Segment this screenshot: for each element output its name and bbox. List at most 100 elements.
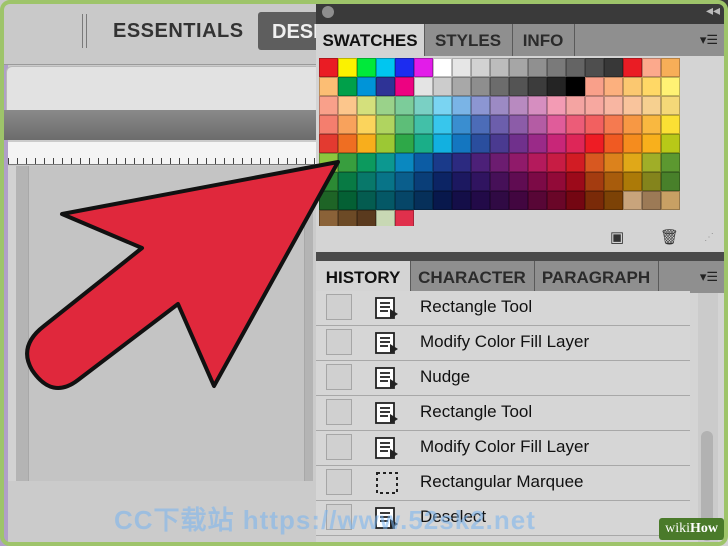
color-swatch[interactable] bbox=[414, 153, 433, 172]
color-swatch[interactable] bbox=[585, 58, 604, 77]
history-item[interactable]: Rectangular Marquee bbox=[316, 466, 690, 501]
color-swatch[interactable] bbox=[642, 96, 661, 115]
color-swatch[interactable] bbox=[566, 172, 585, 191]
history-item[interactable]: Modify Color Fill Layer bbox=[316, 431, 690, 466]
color-swatch[interactable] bbox=[509, 191, 528, 210]
history-scrollbar[interactable] bbox=[698, 293, 718, 546]
color-swatch[interactable] bbox=[566, 134, 585, 153]
color-swatch[interactable] bbox=[642, 115, 661, 134]
color-swatch[interactable] bbox=[376, 134, 395, 153]
color-swatch[interactable] bbox=[509, 77, 528, 96]
color-swatch[interactable] bbox=[319, 58, 338, 77]
color-swatch[interactable] bbox=[585, 96, 604, 115]
color-swatch[interactable] bbox=[490, 191, 509, 210]
history-item[interactable]: Rectangle Tool bbox=[316, 396, 690, 431]
color-swatch[interactable] bbox=[566, 77, 585, 96]
color-swatch[interactable] bbox=[661, 134, 680, 153]
color-swatch[interactable] bbox=[452, 58, 471, 77]
color-swatch[interactable] bbox=[338, 172, 357, 191]
color-swatch[interactable] bbox=[319, 115, 338, 134]
color-swatch[interactable] bbox=[471, 134, 490, 153]
color-swatch[interactable] bbox=[547, 134, 566, 153]
history-snapshot-checkbox[interactable] bbox=[326, 294, 352, 320]
color-swatch[interactable] bbox=[490, 96, 509, 115]
color-swatch[interactable] bbox=[433, 58, 452, 77]
color-swatch[interactable] bbox=[319, 96, 338, 115]
color-swatch[interactable] bbox=[414, 96, 433, 115]
collapse-dot-icon[interactable] bbox=[322, 6, 334, 18]
color-swatch[interactable] bbox=[566, 115, 585, 134]
color-swatch[interactable] bbox=[547, 77, 566, 96]
color-swatch[interactable] bbox=[395, 115, 414, 134]
color-swatch[interactable] bbox=[547, 96, 566, 115]
color-swatch[interactable] bbox=[471, 77, 490, 96]
color-swatch[interactable] bbox=[471, 191, 490, 210]
tab-info[interactable]: INFO bbox=[512, 24, 575, 56]
color-swatch[interactable] bbox=[604, 172, 623, 191]
color-swatch[interactable] bbox=[471, 58, 490, 77]
history-snapshot-checkbox[interactable] bbox=[326, 329, 352, 355]
color-swatch[interactable] bbox=[414, 172, 433, 191]
essentials-workspace-button[interactable]: ESSENTIALS bbox=[113, 20, 244, 43]
color-swatch[interactable] bbox=[528, 134, 547, 153]
history-item[interactable]: Modify Color Fill Layer bbox=[316, 326, 690, 361]
color-swatch[interactable] bbox=[566, 96, 585, 115]
history-item[interactable]: Nudge bbox=[316, 361, 690, 396]
color-swatch[interactable] bbox=[642, 153, 661, 172]
color-swatch[interactable] bbox=[319, 77, 338, 96]
color-swatch[interactable] bbox=[414, 77, 433, 96]
color-swatch[interactable] bbox=[414, 134, 433, 153]
color-swatch[interactable] bbox=[338, 115, 357, 134]
history-snapshot-checkbox[interactable] bbox=[326, 469, 352, 495]
color-swatch[interactable] bbox=[623, 153, 642, 172]
color-swatch[interactable] bbox=[319, 153, 338, 172]
color-swatch[interactable] bbox=[566, 58, 585, 77]
color-swatch[interactable] bbox=[642, 191, 661, 210]
color-swatch[interactable] bbox=[642, 134, 661, 153]
tab-swatches[interactable]: SWATCHES bbox=[316, 24, 425, 56]
color-swatch[interactable] bbox=[566, 153, 585, 172]
color-swatch[interactable] bbox=[547, 115, 566, 134]
color-swatch[interactable] bbox=[509, 134, 528, 153]
color-swatch[interactable] bbox=[642, 77, 661, 96]
color-swatch[interactable] bbox=[604, 153, 623, 172]
resize-grip-icon[interactable]: ⋰ bbox=[704, 230, 720, 246]
tab-character[interactable]: CHARACTER bbox=[410, 261, 535, 293]
color-swatch[interactable] bbox=[395, 58, 414, 77]
color-swatch[interactable] bbox=[604, 115, 623, 134]
color-swatch[interactable] bbox=[338, 153, 357, 172]
color-swatch[interactable] bbox=[566, 191, 585, 210]
color-swatch[interactable] bbox=[376, 96, 395, 115]
color-swatch[interactable] bbox=[547, 58, 566, 77]
color-swatch[interactable] bbox=[357, 153, 376, 172]
color-swatch[interactable] bbox=[528, 191, 547, 210]
color-swatch[interactable] bbox=[585, 77, 604, 96]
color-swatch[interactable] bbox=[623, 58, 642, 77]
color-swatch[interactable] bbox=[433, 172, 452, 191]
color-swatch[interactable] bbox=[604, 134, 623, 153]
color-swatch[interactable] bbox=[338, 77, 357, 96]
color-swatch[interactable] bbox=[509, 153, 528, 172]
color-swatch[interactable] bbox=[623, 191, 642, 210]
color-swatch[interactable] bbox=[414, 58, 433, 77]
document-tab-bar[interactable] bbox=[0, 110, 316, 140]
canvas-page[interactable] bbox=[28, 166, 305, 481]
color-swatch[interactable] bbox=[661, 96, 680, 115]
history-item[interactable]: Rectangle Tool bbox=[316, 291, 690, 326]
color-swatch[interactable] bbox=[338, 134, 357, 153]
color-swatch[interactable] bbox=[585, 134, 604, 153]
document-canvas[interactable] bbox=[8, 166, 313, 481]
color-swatch[interactable] bbox=[433, 77, 452, 96]
color-swatch[interactable] bbox=[585, 115, 604, 134]
color-swatch[interactable] bbox=[623, 172, 642, 191]
color-swatch[interactable] bbox=[395, 191, 414, 210]
color-swatch[interactable] bbox=[357, 58, 376, 77]
color-swatch[interactable] bbox=[395, 77, 414, 96]
color-swatch[interactable] bbox=[414, 191, 433, 210]
color-swatch[interactable] bbox=[357, 96, 376, 115]
color-swatch[interactable] bbox=[471, 153, 490, 172]
color-swatch[interactable] bbox=[490, 77, 509, 96]
color-swatch[interactable] bbox=[623, 96, 642, 115]
color-swatch[interactable] bbox=[661, 58, 680, 77]
color-swatch[interactable] bbox=[661, 172, 680, 191]
